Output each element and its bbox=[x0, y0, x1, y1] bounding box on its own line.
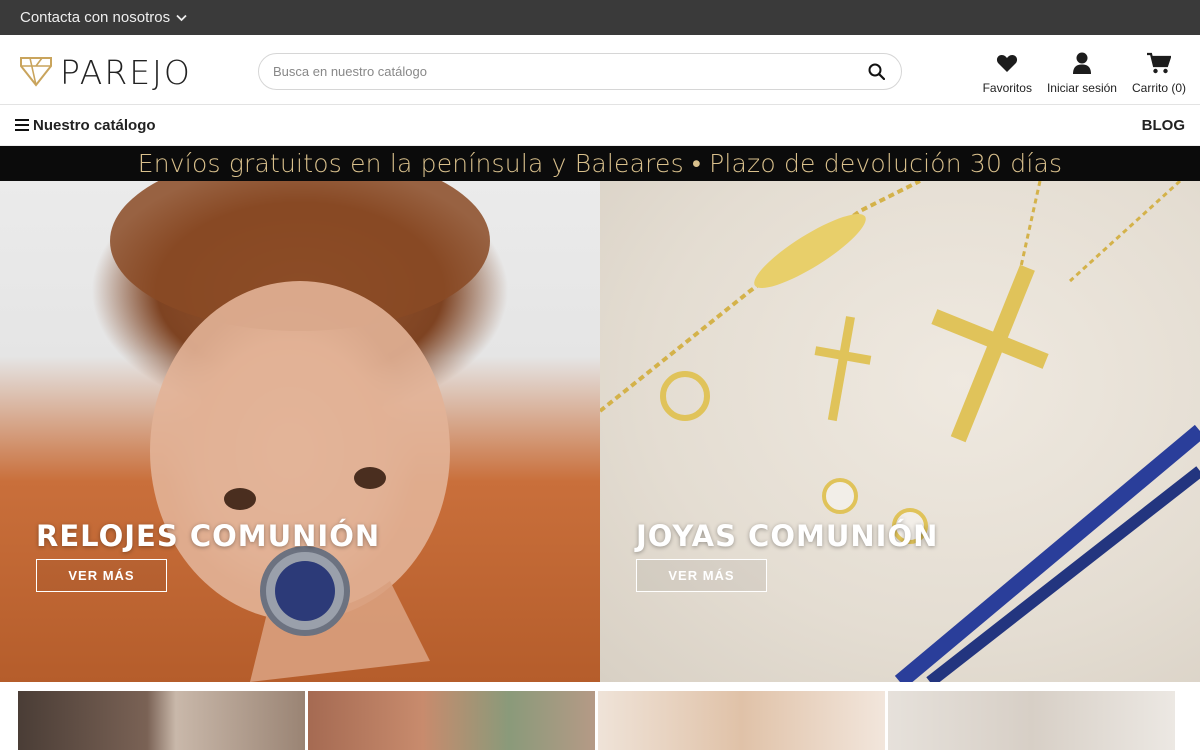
heart-icon bbox=[996, 51, 1018, 75]
login-button[interactable]: Iniciar sesión bbox=[1047, 51, 1117, 95]
contact-link[interactable]: Contacta con nosotros bbox=[20, 9, 187, 26]
hero-watches-button[interactable]: VER MÁS bbox=[36, 559, 167, 592]
hero-watches-banner[interactable]: RELOJES COMUNIÓN VER MÁS bbox=[0, 181, 600, 682]
cart-label: Carrito (0) bbox=[1131, 81, 1186, 95]
hero-watches-image bbox=[110, 181, 490, 682]
hero-jewelry-image bbox=[600, 181, 1200, 682]
user-icon bbox=[1072, 51, 1092, 75]
category-tile[interactable] bbox=[308, 691, 595, 750]
logo-mark-icon bbox=[18, 52, 54, 93]
logo[interactable]: PAREJO bbox=[18, 52, 192, 93]
category-tile[interactable] bbox=[18, 691, 305, 750]
chevron-down-icon bbox=[176, 14, 187, 22]
hero-jewelry-banner[interactable]: JOYAS COMUNIÓN VER MÁS bbox=[600, 181, 1200, 682]
login-label: Iniciar sesión bbox=[1046, 81, 1117, 95]
cart-button[interactable]: Carrito (0) bbox=[1132, 51, 1186, 95]
hero-watches-title: RELOJES COMUNIÓN bbox=[36, 519, 381, 553]
blog-link[interactable]: BLOG bbox=[1142, 117, 1185, 134]
hero-banners: RELOJES COMUNIÓN VER MÁS JOYAS COMUNIÓN … bbox=[0, 181, 1200, 682]
favorites-button[interactable]: Favoritos bbox=[983, 51, 1032, 95]
hero-jewelry-button[interactable]: VER MÁS bbox=[636, 559, 767, 592]
logo-text: PAREJO bbox=[60, 53, 192, 92]
menu-icon bbox=[15, 119, 29, 131]
cart-icon bbox=[1146, 51, 1171, 75]
catalog-menu-button[interactable]: Nuestro catálogo bbox=[15, 117, 156, 134]
header-actions: Favoritos Iniciar sesión Carrito (0) bbox=[968, 51, 1186, 95]
promo-banner: Envíos gratuitos en la península y Balea… bbox=[0, 146, 1200, 181]
search-bar bbox=[258, 53, 902, 90]
top-bar: Contacta con nosotros bbox=[0, 0, 1200, 35]
favorites-label: Favoritos bbox=[982, 81, 1032, 95]
hero-jewelry-title: JOYAS COMUNIÓN bbox=[636, 519, 939, 553]
main-nav: Nuestro catálogo BLOG bbox=[0, 105, 1200, 146]
header: PAREJO Favoritos Iniciar sesión Carrito … bbox=[0, 35, 1200, 105]
search-icon[interactable] bbox=[865, 61, 887, 83]
catalog-label: Nuestro catálogo bbox=[33, 116, 156, 134]
promo-text: Envíos gratuitos en la península y Balea… bbox=[137, 148, 1063, 178]
contact-label: Contacta con nosotros bbox=[20, 9, 171, 26]
category-tiles bbox=[0, 682, 1200, 750]
category-tile[interactable] bbox=[598, 691, 885, 750]
category-tile[interactable] bbox=[888, 691, 1175, 750]
search-input[interactable] bbox=[273, 64, 865, 79]
